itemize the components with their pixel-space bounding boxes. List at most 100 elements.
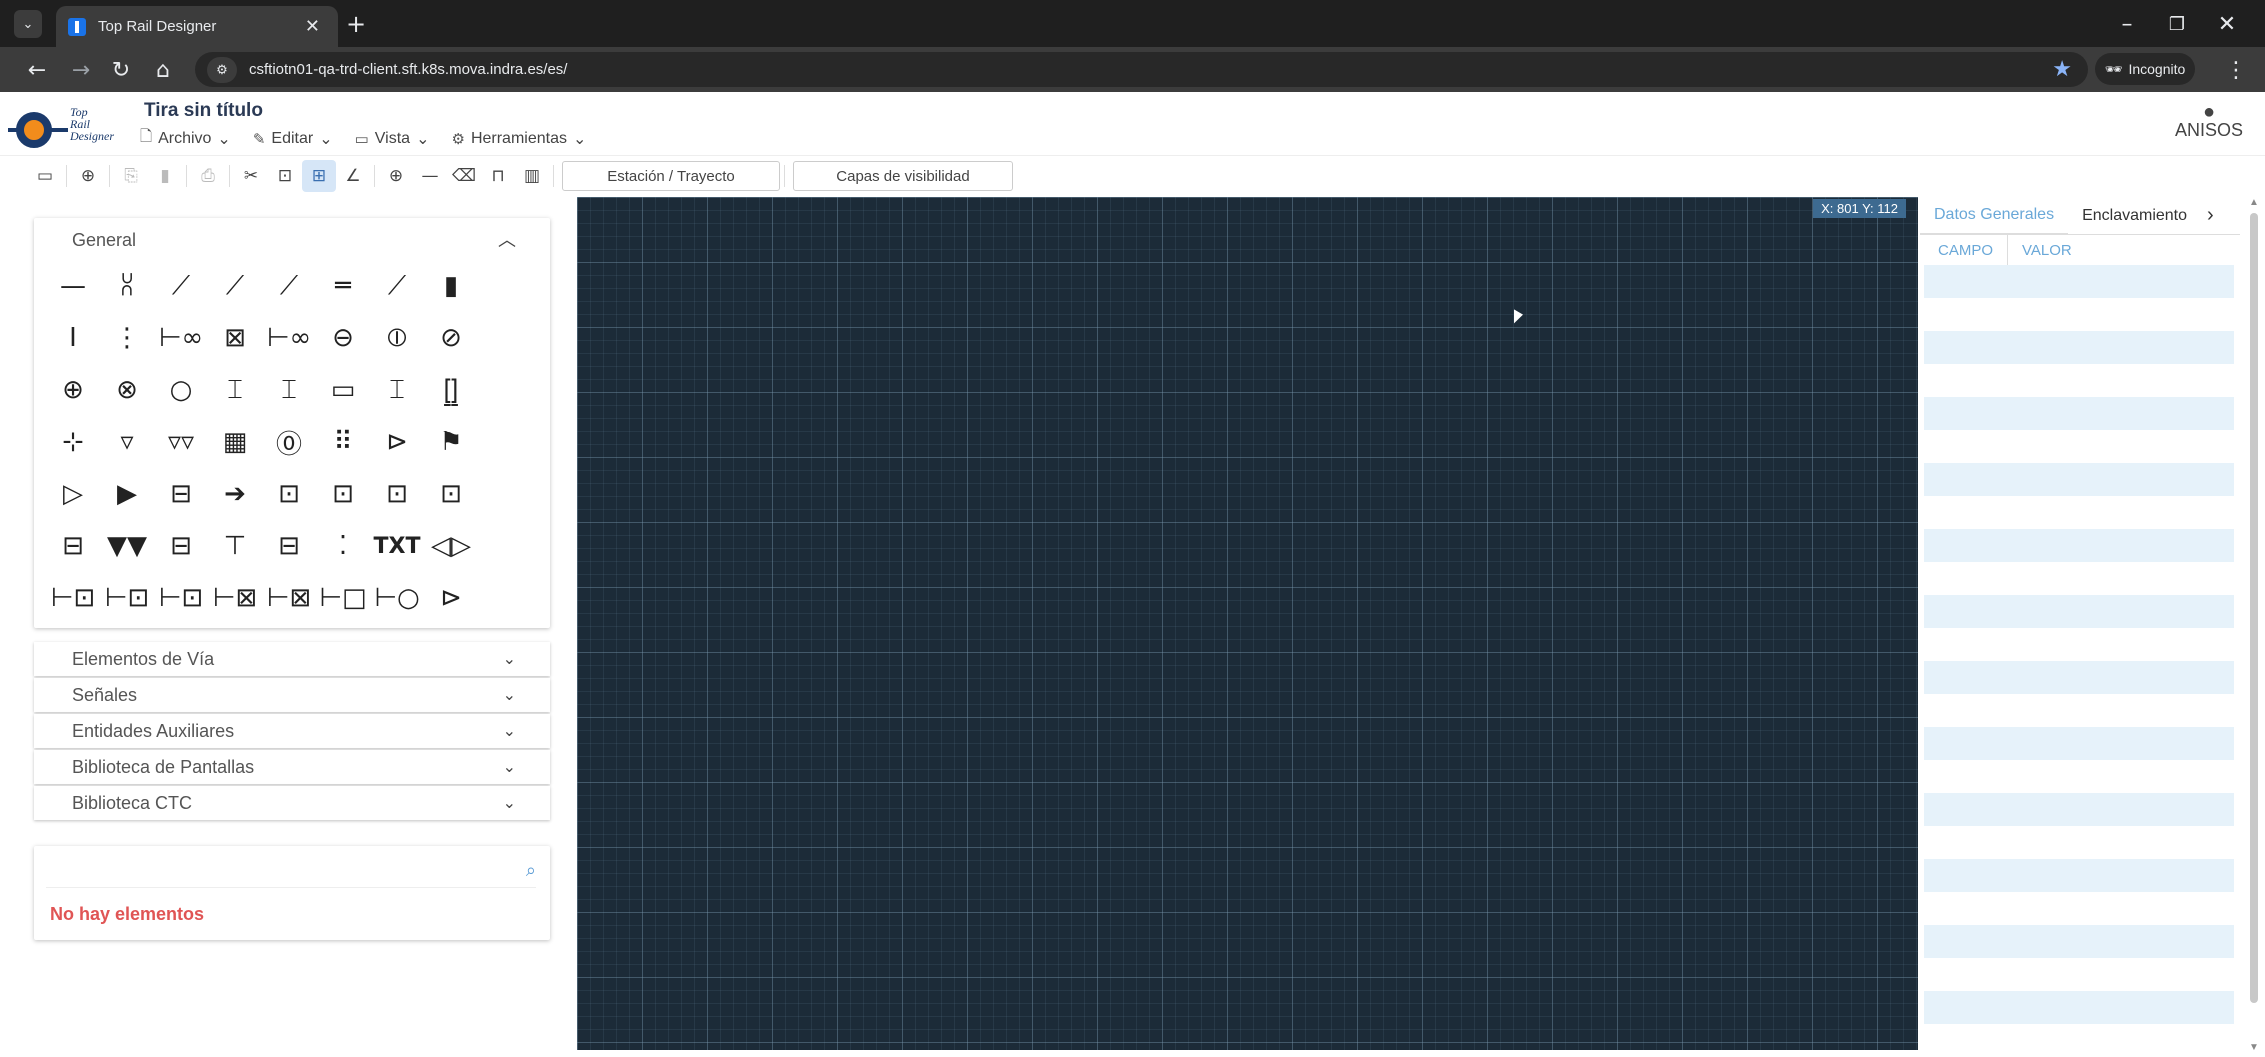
element-search-input[interactable] — [46, 854, 536, 888]
palette-symbol-icon[interactable]: ⊗ — [100, 364, 154, 416]
palette-symbol-icon[interactable]: ═ — [316, 260, 370, 312]
palette-symbol-icon[interactable]: ⟋ — [154, 260, 208, 312]
visibility-layers-button[interactable]: Capas de visibilidad — [793, 161, 1013, 191]
palette-symbol-icon[interactable]: ⊢○ — [370, 572, 424, 624]
browser-tab[interactable]: Top Rail Designer ✕ — [56, 6, 338, 47]
menu-editar[interactable]: ✎ Editar ⌄ — [253, 126, 333, 151]
scroll-up-icon[interactable]: ▲ — [2249, 197, 2259, 208]
palette-symbol-icon[interactable]: ⊟ — [262, 520, 316, 572]
palette-symbol-icon[interactable]: ⚑ — [424, 416, 478, 468]
tab-list-chevron-icon[interactable]: ⌄ — [14, 10, 42, 38]
palette-symbol-icon[interactable]: ⊟ — [46, 520, 100, 572]
tab-enclavamiento[interactable]: Enclavamiento — [2068, 197, 2201, 235]
palette-symbol-icon[interactable]: ▦ — [208, 416, 262, 468]
monitor-icon[interactable]: ▭ — [28, 160, 62, 192]
palette-symbol-icon[interactable]: ⊢⊠ — [208, 572, 262, 624]
new-tab-icon[interactable]: + — [342, 10, 370, 38]
home-icon[interactable]: ⌂ — [148, 55, 178, 85]
palette-symbol-icon[interactable]: ⊡ — [262, 468, 316, 520]
station-segment-button[interactable]: Estación / Trayecto — [562, 161, 780, 191]
palette-symbol-icon[interactable]: ⊟ — [154, 468, 208, 520]
scroll-down-icon[interactable]: ▼ — [2249, 1042, 2259, 1053]
window-close-icon[interactable]: ✕ — [2212, 10, 2242, 38]
palette-symbol-icon[interactable]: ⦶ — [370, 312, 424, 364]
palette-symbol-icon[interactable]: ➔ — [208, 468, 262, 520]
palette-symbol-icon[interactable]: ▮ — [424, 260, 478, 312]
palette-symbol-icon[interactable]: ▿▿ — [154, 416, 208, 468]
palette-symbol-icon[interactable]: ⊟ — [154, 520, 208, 572]
clipboard-icon[interactable]: ⎙ — [191, 160, 225, 192]
grid-icon[interactable]: ⊞ — [302, 160, 336, 192]
palette-symbol-icon[interactable]: ⓪ — [262, 416, 316, 468]
signal-icon[interactable]: ⊓ — [481, 160, 515, 192]
eraser-icon[interactable]: ⌫ — [447, 160, 481, 192]
minimize-icon[interactable]: – — [2112, 10, 2142, 38]
bookmark-star-icon[interactable]: ★ — [2052, 56, 2072, 82]
menu-herramientas[interactable]: ⚙ Herramientas ⌄ — [451, 126, 586, 151]
document-title[interactable]: Tira sin título — [144, 100, 263, 122]
palette-symbol-icon[interactable]: ⊠ — [208, 312, 262, 364]
palette-symbol-icon[interactable]: ⊢⊡ — [154, 572, 208, 624]
palette-symbol-icon[interactable]: ⟋ — [370, 260, 424, 312]
palette-symbol-icon[interactable]: ⁚ — [316, 520, 370, 572]
back-icon[interactable]: ← — [22, 55, 52, 85]
accordion-biblioteca-pantallas[interactable]: Biblioteca de Pantallas ⌄ — [34, 750, 550, 784]
palette-symbol-icon[interactable]: — — [46, 260, 100, 312]
palette-symbol-icon[interactable]: ⊳ — [424, 572, 478, 624]
line-icon[interactable]: — — [413, 160, 447, 192]
palette-symbol-icon[interactable]: ⋮ — [100, 312, 154, 364]
palette-symbol-icon[interactable]: ⊢⊠ — [262, 572, 316, 624]
palette-symbol-icon[interactable]: ◁▷ — [424, 520, 478, 572]
incognito-badge[interactable]: 🕶 Incognito — [2095, 53, 2195, 85]
site-info-icon[interactable]: ⚙ — [207, 56, 237, 83]
restore-icon[interactable]: ❐ — [2162, 10, 2192, 38]
menu-vista[interactable]: ▭ Vista ⌄ — [355, 126, 430, 151]
close-tab-icon[interactable]: ✕ — [305, 16, 320, 37]
accordion-senales[interactable]: Señales ⌄ — [34, 678, 550, 712]
palette-symbol-icon[interactable]: ⊢□ — [316, 572, 370, 624]
palette-symbol-icon[interactable]: ⟋ — [208, 260, 262, 312]
palette-symbol-icon[interactable]: ⊖ — [316, 312, 370, 364]
tab-datos-generales[interactable]: Datos Generales — [1920, 197, 2069, 235]
palette-symbol-icon[interactable]: ⊳ — [370, 416, 424, 468]
palette-symbol-icon[interactable]: ⦋⦌ — [424, 364, 478, 416]
palette-symbol-icon[interactable]: ▶ — [100, 468, 154, 520]
chevron-up-icon[interactable]: ︿ — [498, 226, 516, 252]
palette-symbol-icon[interactable]: ⟋ — [262, 260, 316, 312]
reload-icon[interactable]: ↻ — [106, 55, 136, 85]
palette-symbol-icon[interactable]: ⌶ — [262, 364, 316, 416]
palette-symbol-icon[interactable]: ⊢∞ — [262, 312, 316, 364]
forward-icon[interactable]: → — [66, 55, 96, 85]
map-icon[interactable]: ▥ — [515, 160, 549, 192]
globe-icon[interactable]: ⊕ — [379, 160, 413, 192]
browser-menu-icon[interactable]: ⋮ — [2222, 55, 2250, 85]
palette-symbol-icon[interactable]: ⌶ — [208, 364, 262, 416]
address-bar[interactable]: ⚙ csftiotn01-qa-trd-client.sft.k8s.mova.… — [195, 52, 2088, 87]
palette-symbol-icon[interactable]: ⊢⊡ — [46, 572, 100, 624]
palette-symbol-icon[interactable]: ▷ — [46, 468, 100, 520]
palette-symbol-icon[interactable]: ⌶ — [370, 364, 424, 416]
tools-icon[interactable]: ✂ — [234, 160, 268, 192]
palette-symbol-icon[interactable]: ⊹ — [46, 416, 100, 468]
palette-symbol-icon[interactable]: ▭ — [316, 364, 370, 416]
palette-symbol-icon[interactable]: ⊘ — [424, 312, 478, 364]
palette-symbol-icon[interactable]: ⊡ — [424, 468, 478, 520]
palette-symbol-icon[interactable]: ⊡ — [316, 468, 370, 520]
layout-icon[interactable]: ⊡ — [268, 160, 302, 192]
accordion-entidades-auxiliares[interactable]: Entidades Auxiliares ⌄ — [34, 714, 550, 748]
palette-symbol-icon[interactable]: ⊢⊡ — [100, 572, 154, 624]
copy-icon[interactable]: ⎘ — [114, 160, 148, 192]
accordion-elementos-de-via[interactable]: Elementos de Vía ⌄ — [34, 642, 550, 676]
angle-icon[interactable]: ∠ — [336, 160, 370, 192]
zoom-in-icon[interactable]: ⊕ — [71, 160, 105, 192]
scrollbar-thumb[interactable] — [2250, 213, 2258, 1003]
chevron-right-icon[interactable]: › — [2207, 204, 2214, 227]
palette-symbol-icon[interactable]: ⊕ — [46, 364, 100, 416]
palette-symbol-icon[interactable]: ▼▼ — [100, 520, 154, 572]
delete-icon[interactable]: ▮ — [148, 160, 182, 192]
palette-symbol-icon[interactable]: ▿ — [100, 416, 154, 468]
menu-archivo[interactable]: 🗋 Archivo ⌄ — [140, 126, 231, 151]
accordion-biblioteca-ctc[interactable]: Biblioteca CTC ⌄ — [34, 786, 550, 820]
palette-symbol-icon[interactable]: TXT — [370, 520, 424, 572]
palette-symbol-icon[interactable]: I — [46, 312, 100, 364]
